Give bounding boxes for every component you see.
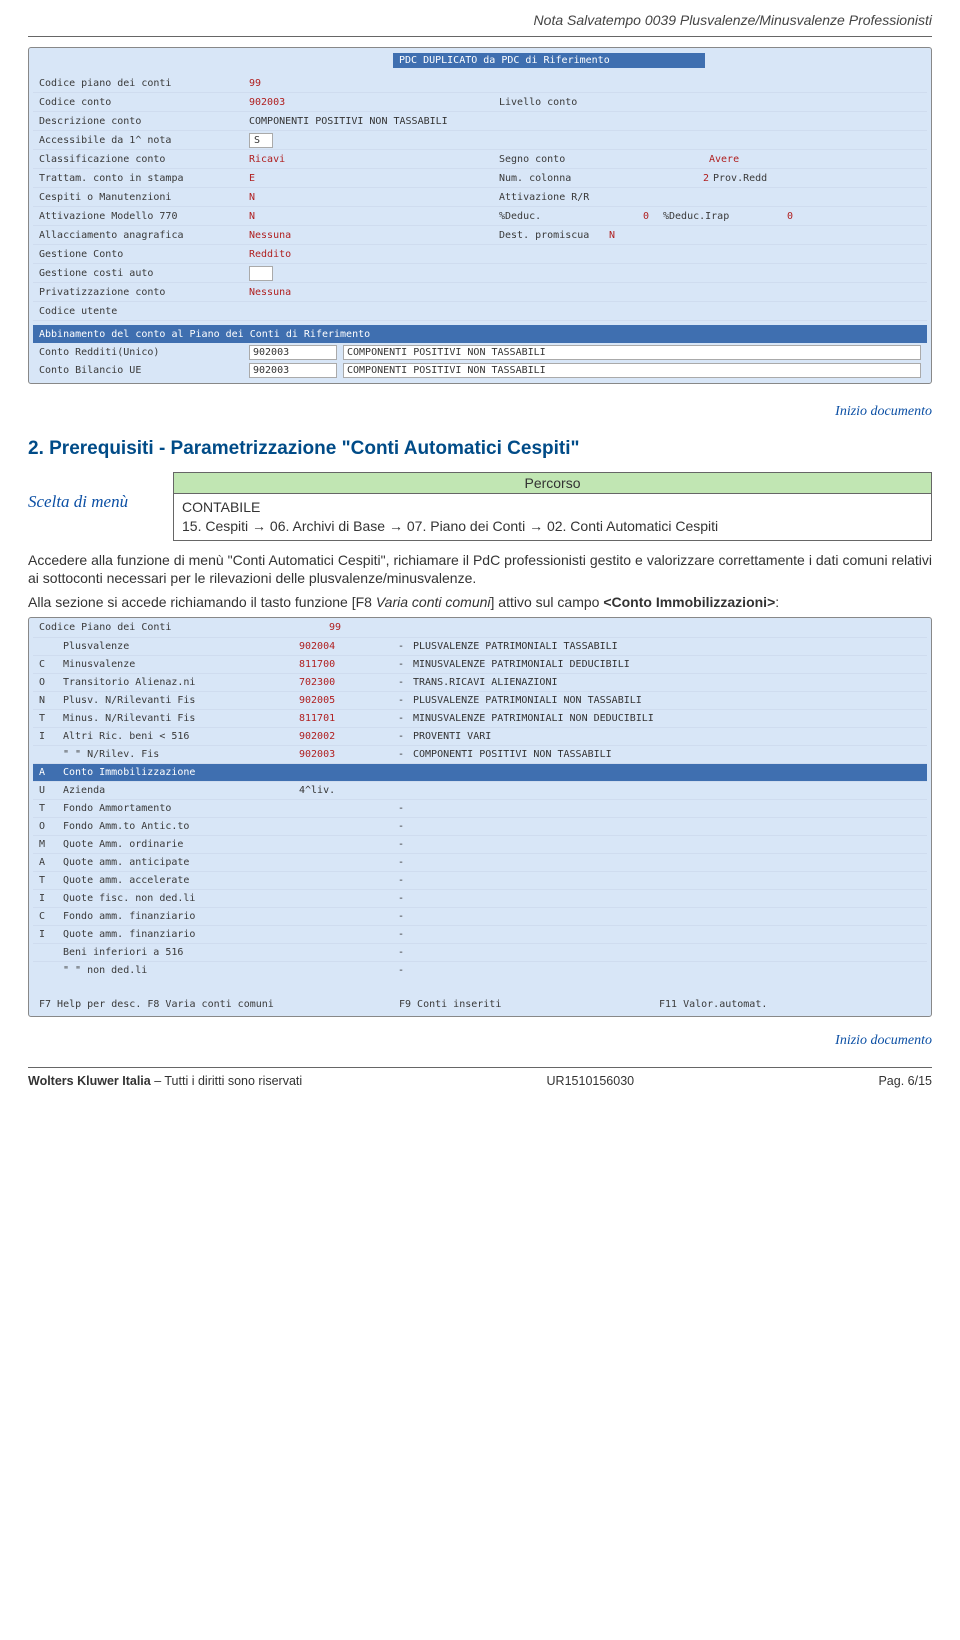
lbl-priv: Privatizzazione conto xyxy=(39,287,249,298)
val-gca xyxy=(249,266,273,281)
menu-label: Scelta di menù xyxy=(28,472,173,512)
percorso-head: Percorso xyxy=(174,473,931,494)
val-irap: 0 xyxy=(753,211,797,222)
lbl-cc: Codice conto xyxy=(39,97,249,108)
desc-reddunico: COMPONENTI POSITIVI NON TASSABILI xyxy=(343,345,921,360)
lbl-cu: Codice utente xyxy=(39,306,249,317)
inizio-link-1[interactable]: Inizio documento xyxy=(28,404,932,420)
lbl-lc: Livello conto xyxy=(499,97,609,108)
code-bilue: 902003 xyxy=(249,363,337,378)
lbl-class: Classificazione conto xyxy=(39,154,249,165)
lbl-acc: Accessibile da 1^ nota xyxy=(39,135,249,146)
percorso-body-1: CONTABILE xyxy=(182,498,923,517)
screenshot-conti-auto: Codice Piano dei Conti 99 Plusvalenze 90… xyxy=(28,617,932,1017)
val-770: N xyxy=(249,211,499,222)
pdc-banner: PDC DUPLICATO da PDC di Riferimento xyxy=(393,53,705,68)
s2-top-val: 99 xyxy=(329,622,341,633)
header-rule xyxy=(28,36,932,37)
screenshot-pdc: PDC DUPLICATO da PDC di Riferimento Codi… xyxy=(28,47,932,384)
val-cc: 902003 xyxy=(249,97,499,108)
lbl-prov: Prov.Redd xyxy=(713,173,803,184)
lbl-bilue: Conto Bilancio UE xyxy=(39,365,249,376)
lbl-dest: Dest. promiscua xyxy=(499,230,609,241)
page-footer: Wolters Kluwer Italia – Tutti i diritti … xyxy=(28,1067,932,1102)
lbl-reddunico: Conto Redditi(Unico) xyxy=(39,347,249,358)
lbl-allac: Allacciamento anagrafica xyxy=(39,230,249,241)
lbl-attrr: Attivazione R/R xyxy=(499,192,609,203)
val-class: Ricavi xyxy=(249,154,499,165)
s2-f2: F9 Conti inseriti xyxy=(399,999,659,1010)
desc-bilue: COMPONENTI POSITIVI NON TASSABILI xyxy=(343,363,921,378)
s2-name-1: Minusvalenze xyxy=(63,659,299,670)
footer-brand: Wolters Kluwer Italia xyxy=(28,1074,151,1088)
percorso-body-2: 15. Cespiti → 06. Archivi di Base → 07. … xyxy=(182,517,923,536)
lbl-numcol: Num. colonna xyxy=(499,173,609,184)
lbl-deduc: %Deduc. xyxy=(499,211,609,222)
val-allac: Nessuna xyxy=(249,230,499,241)
lbl-cpc: Codice piano dei conti xyxy=(39,78,249,89)
s2-desc-1: MINUSVALENZE PATRIMONIALI DEDUCIBILI xyxy=(413,659,921,670)
doc-header: Nota Salvatempo 0039 Plusvalenze/Minusva… xyxy=(28,12,932,28)
footer-code: UR1510156030 xyxy=(547,1074,635,1088)
s2-name-0: Plusvalenze xyxy=(63,641,299,652)
val-tratt: E xyxy=(249,173,499,184)
val-priv: Nessuna xyxy=(249,287,399,298)
val-cpc: 99 xyxy=(249,78,399,89)
val-numcol: 2 xyxy=(609,173,713,184)
lbl-segno: Segno conto xyxy=(499,154,609,165)
lbl-gca: Gestione costi auto xyxy=(39,268,249,279)
val-gc: Reddito xyxy=(249,249,399,260)
footer-rights: – Tutti i diritti sono riservati xyxy=(151,1074,302,1088)
footer-page: Pag. 6/15 xyxy=(878,1074,932,1088)
lbl-gc: Gestione Conto xyxy=(39,249,249,260)
lbl-desc: Descrizione conto xyxy=(39,116,249,127)
s2-f3: F11 Valor.automat. xyxy=(659,999,921,1010)
lbl-tratt: Trattam. conto in stampa xyxy=(39,173,249,184)
s2-highlight-row[interactable]: A Conto Immobilizzazione xyxy=(33,764,927,782)
paragraph-1: Accedere alla funzione di menù "Conti Au… xyxy=(28,551,932,587)
val-avere: Avere xyxy=(709,154,779,165)
paragraph-2: Alla sezione si accede richiamando il ta… xyxy=(28,593,932,611)
lbl-cesp: Cespiti o Manutenzioni xyxy=(39,192,249,203)
percorso-table: Percorso CONTABILE 15. Cespiti → 06. Arc… xyxy=(173,472,932,541)
lbl-irap: %Deduc.Irap xyxy=(653,211,753,222)
lbl-770: Attivazione Modello 770 xyxy=(39,211,249,222)
code-reddunico: 902003 xyxy=(249,345,337,360)
s2-desc-0: PLUSVALENZE PATRIMONIALI TASSABILI xyxy=(413,641,921,652)
s2-top-lbl: Codice Piano dei Conti xyxy=(39,622,329,633)
s2-f1: F7 Help per desc. F8 Varia conti comuni xyxy=(39,999,399,1010)
section-heading: 2. Prerequisiti - Parametrizzazione "Con… xyxy=(28,438,932,460)
val-dest: N xyxy=(609,230,759,241)
s2-code-0: 902004 xyxy=(299,641,389,652)
section-abbinamento: Abbinamento del conto al Piano dei Conti… xyxy=(33,325,927,343)
val-acc: S xyxy=(249,133,273,148)
val-cesp: N xyxy=(249,192,499,203)
val-desc: COMPONENTI POSITIVI NON TASSABILI xyxy=(249,116,921,127)
val-deduc: 0 xyxy=(609,211,653,222)
inizio-link-2[interactable]: Inizio documento xyxy=(28,1033,932,1049)
s2-code-1: 811700 xyxy=(299,659,389,670)
s2-footer: F7 Help per desc. F8 Varia conti comuni … xyxy=(33,979,927,1013)
